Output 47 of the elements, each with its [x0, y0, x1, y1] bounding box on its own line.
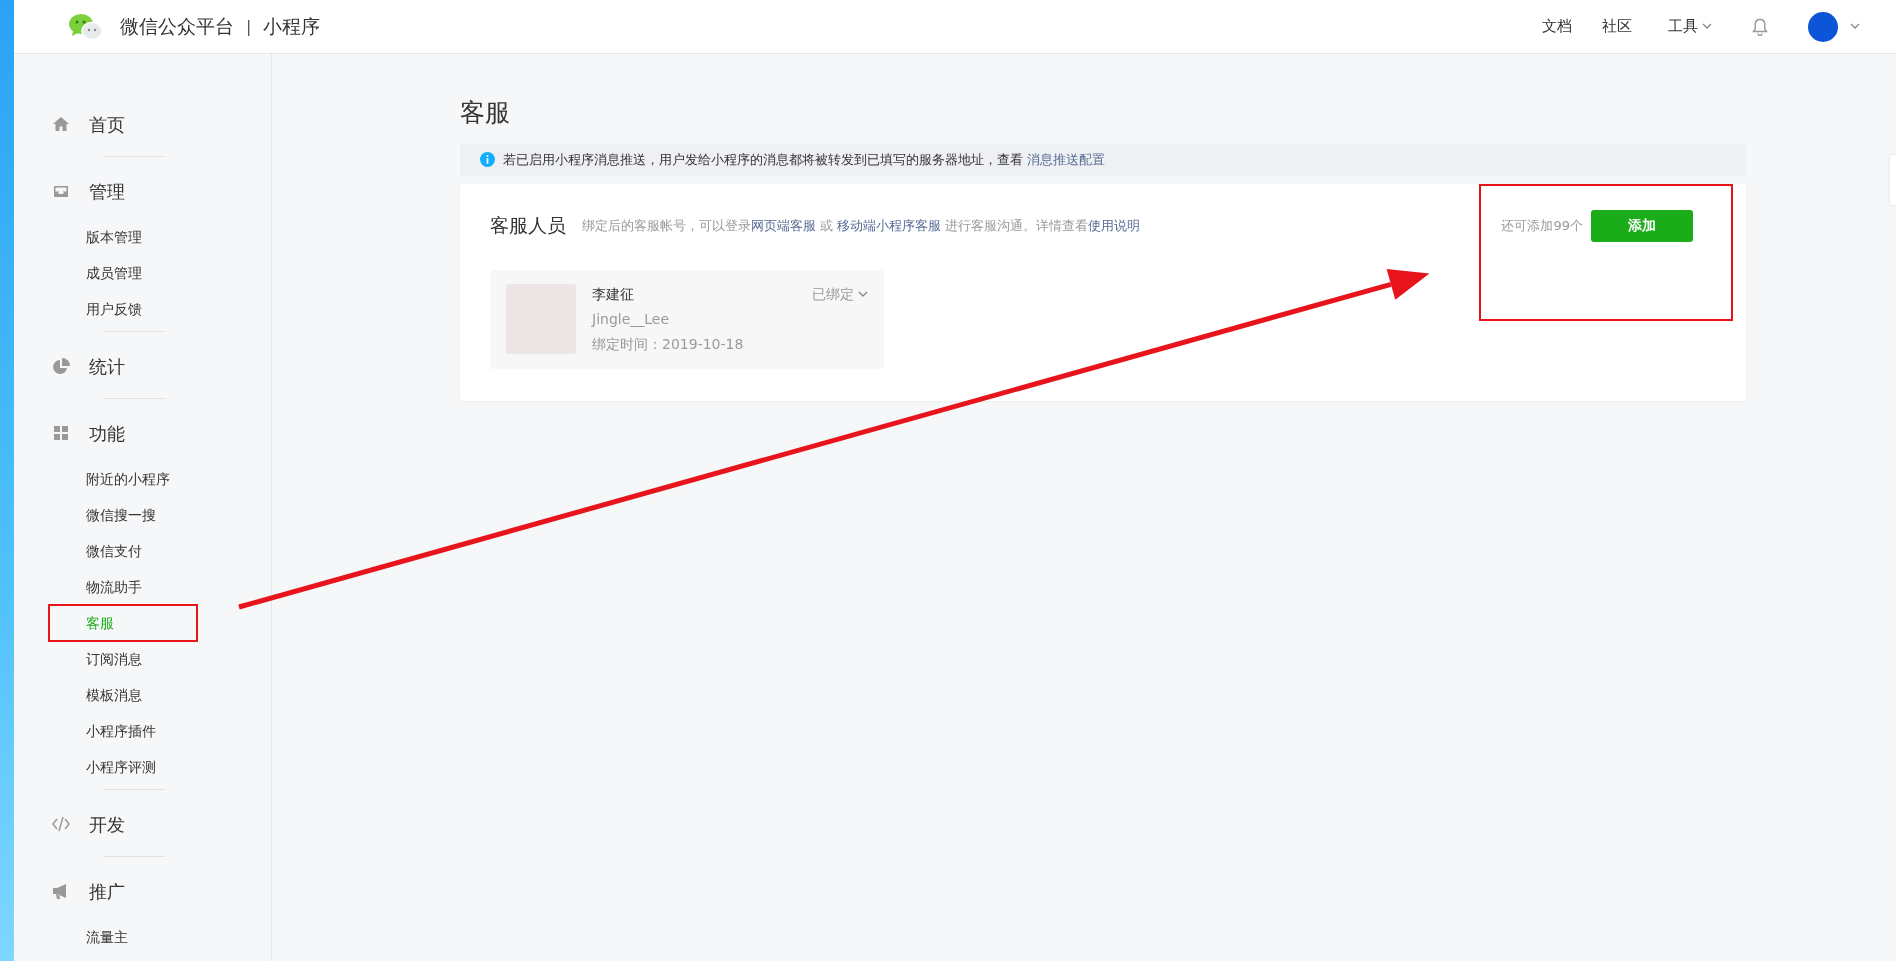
sidebar-item[interactable]: 订阅消息	[49, 641, 171, 677]
card-title: 客服人员	[490, 213, 566, 239]
info-icon	[480, 152, 495, 168]
site-title: 微信公众平台	[120, 14, 234, 40]
page-title: 客服	[460, 98, 511, 128]
sidebar-item[interactable]: 模板消息	[49, 677, 171, 713]
nav-link[interactable]: 工具	[1668, 15, 1712, 38]
help-link[interactable]: 移动端小程序客服	[837, 217, 942, 233]
sidebar-item[interactable]: 微信搜一搜	[49, 497, 171, 533]
sidebar-item[interactable]: 物流助手	[49, 569, 171, 605]
bell-icon[interactable]	[1752, 17, 1768, 36]
sidebar-item[interactable]: 功能	[52, 405, 171, 461]
member-name: 李建征	[592, 284, 635, 304]
sidebar-item[interactable]: 流量主	[49, 919, 171, 955]
nav-link[interactable]: 社区	[1602, 15, 1632, 38]
notice-link[interactable]: 消息推送配置	[1027, 152, 1106, 167]
sidebar-item[interactable]: 小程序评测	[49, 749, 171, 785]
grid-icon	[52, 424, 70, 442]
sidebar-item[interactable]: 统计	[52, 338, 171, 394]
member-account: Jingle__Lee	[592, 309, 671, 329]
bound-time: 绑定时间：2019-10-18	[592, 334, 745, 354]
sidebar-item[interactable]: 版本管理	[49, 219, 171, 255]
caret-icon[interactable]	[1850, 23, 1860, 30]
sidebar-item[interactable]: 小程序插件	[49, 713, 171, 749]
notice-text: 若已启用小程序消息推送，用户发给小程序的消息都将被转发到已填写的服务器地址，查看 消息推送配置	[503, 151, 1106, 169]
remaining-count: 还可添加99个	[1501, 216, 1583, 235]
pie-chart-icon	[52, 357, 70, 375]
sidebar-item[interactable]: 用户反馈	[49, 291, 171, 327]
help-link[interactable]: 网页端客服	[751, 217, 816, 233]
help-link[interactable]: 使用说明	[1088, 217, 1141, 233]
avatar-circle[interactable]	[1808, 11, 1838, 42]
logo-icon	[68, 12, 104, 41]
sidebar-item[interactable]: 成员管理	[49, 255, 171, 291]
sidebar-item[interactable]: 微信支付	[49, 533, 171, 569]
sidebar-item[interactable]: 管理	[52, 163, 171, 219]
caret-icon	[858, 290, 868, 298]
caret-icon	[1702, 23, 1712, 30]
title-separator: |	[246, 15, 252, 38]
code-icon	[52, 815, 70, 833]
sidebar-item[interactable]: 附近的小程序	[49, 461, 171, 497]
sidebar-item[interactable]: 推广	[52, 863, 171, 919]
card-description: 绑定后的客服帐号，可以登录网页端客服 或 移动端小程序客服 进行客服沟通。详情查看使用说明	[582, 216, 1141, 235]
nav-link[interactable]: 文档	[1542, 15, 1572, 38]
sidebar-item[interactable]: 开发	[52, 796, 171, 852]
sidebar-item[interactable]: 首页	[52, 96, 171, 152]
product-title: 小程序	[263, 14, 321, 40]
home-icon	[52, 115, 70, 133]
